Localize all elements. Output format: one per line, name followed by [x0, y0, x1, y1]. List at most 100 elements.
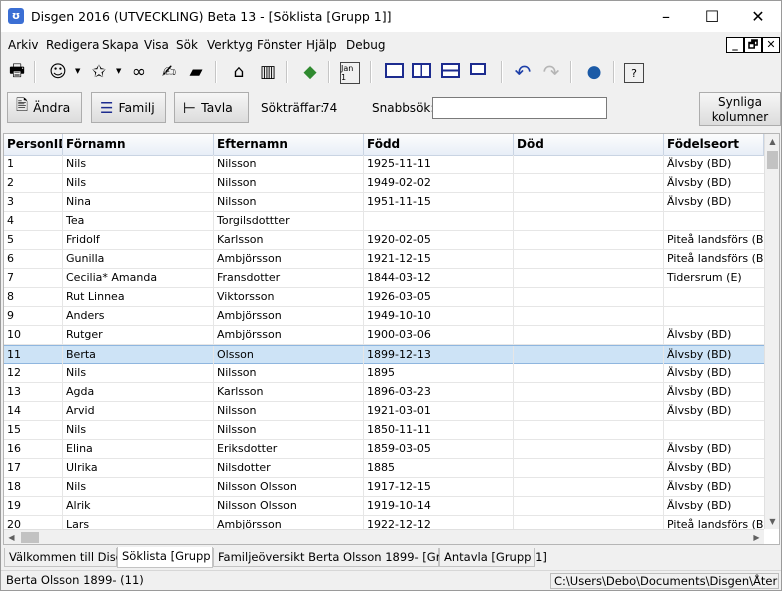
table-row[interactable]: 8 Rut Linnea Viktorsson 1926-03-05: [4, 288, 764, 307]
table-row[interactable]: 18 Nils Nilsson Olsson 1917-12-15 Älvsby (BD…: [4, 478, 764, 497]
table-row[interactable]: 12 Nils Nilsson 1895 Älvsby (BD): [4, 364, 764, 383]
printer-icon[interactable]: 🖶: [5, 60, 29, 84]
menu-hjalp[interactable]: Hjälp: [306, 38, 337, 52]
main-window: ʊ Disgen 2016 (UTVECKLING) Beta 13 - [Sö…: [0, 0, 782, 591]
cell-personid: 4: [4, 212, 63, 230]
home-icon[interactable]: ⌂: [227, 60, 251, 84]
menu-bar: Arkiv Redigera Skapa Visa Sök Verktyg Fö…: [1, 34, 781, 56]
cell-fodelseort: Älvsby (BD): [667, 499, 732, 512]
cell-personid: 9: [4, 307, 63, 325]
undo-icon[interactable]: ↶: [511, 60, 535, 84]
cell-efternamn: Nilsdotter: [214, 459, 364, 477]
single-pane-icon[interactable]: [385, 63, 404, 78]
cell-fodd: 1920-02-05: [364, 231, 514, 249]
binoculars-icon[interactable]: ∞: [127, 60, 151, 84]
minimize-button[interactable]: –: [643, 1, 689, 32]
menu-fonster[interactable]: Fönster: [257, 38, 302, 52]
cell-fornamn: Nils: [63, 364, 214, 382]
andra-button[interactable]: 🖹 Ändra: [7, 92, 82, 123]
scroll-up-icon[interactable]: ▲: [765, 134, 779, 149]
table-row[interactable]: 4 Tea Torgilsdottter: [4, 212, 764, 231]
redo-icon[interactable]: ↷: [539, 60, 563, 84]
mdi-minimize-button[interactable]: _: [726, 37, 744, 53]
scroll-left-icon[interactable]: ◀: [4, 530, 19, 544]
column-header-fodelseort[interactable]: Födelseort: [664, 134, 764, 155]
status-path: C:\Users\Debo\Documents\Disgen\Återläsni…: [550, 573, 779, 589]
two-pane-icon[interactable]: [412, 63, 431, 78]
column-header-efternamn[interactable]: Efternamn: [214, 134, 364, 155]
scroll-right-icon[interactable]: ▶: [749, 530, 764, 544]
mdi-close-button[interactable]: ✕: [762, 37, 780, 53]
table-row[interactable]: 6 Gunilla Ambjörsson 1921-12-15 Piteå landsf…: [4, 250, 764, 269]
tab-familjeoversikt[interactable]: Familjeöversikt Berta Olsson 1899- [Grup…: [213, 548, 478, 567]
table-row[interactable]: 11 Berta Olsson 1899-12-13 Älvsby (BD): [4, 345, 764, 364]
familj-button[interactable]: ☰ Familj: [91, 92, 166, 123]
menu-sok[interactable]: Sök: [176, 38, 198, 52]
cell-fodd: 1859-03-05: [364, 440, 514, 458]
toolbar-separator: [501, 61, 503, 83]
quicksearch-input[interactable]: [432, 97, 607, 119]
tab-soklista[interactable]: Söklista [Grupp 1]: [117, 547, 226, 568]
cell-personid: 5: [4, 231, 63, 249]
vertical-scrollbar[interactable]: ▲ ▼: [764, 134, 779, 529]
table-row[interactable]: 13 Agda Karlsson 1896-03-23 Älvsby (BD): [4, 383, 764, 402]
book-icon[interactable]: ▰: [184, 60, 208, 84]
menu-redigera[interactable]: Redigera: [46, 38, 99, 52]
cell-fodd: 1925-11-11: [364, 155, 514, 173]
tab-valkommen[interactable]: Välkommen till Disgen: [4, 548, 137, 567]
person-icon[interactable]: ☺: [46, 60, 70, 84]
app-icon[interactable]: ʊ: [8, 8, 24, 24]
person-star-icon[interactable]: ✩: [87, 60, 111, 84]
cell-fodelseort: Tidersrum (E): [667, 271, 742, 284]
cascade-pane-icon[interactable]: [470, 63, 486, 75]
menu-verktyg[interactable]: Verktyg: [207, 38, 253, 52]
cell-efternamn: Nilsson: [214, 193, 364, 211]
cell-dod: [514, 307, 664, 325]
table-row[interactable]: 5 Fridolf Karlsson 1920-02-05 Piteå landsför…: [4, 231, 764, 250]
vertical-scroll-thumb[interactable]: [767, 151, 778, 169]
menu-skapa[interactable]: Skapa: [102, 38, 139, 52]
tab-antavla[interactable]: Antavla [Grupp 1]: [439, 548, 547, 567]
chevron-down-icon[interactable]: ▼: [116, 67, 121, 75]
horizontal-scrollbar[interactable]: ◀ ▶: [4, 529, 764, 544]
map-icon[interactable]: ◆: [298, 60, 322, 84]
horizontal-scroll-thumb[interactable]: [21, 532, 39, 543]
cell-dod: [514, 346, 664, 364]
table-row[interactable]: 1 Nils Nilsson 1925-11-11 Älvsby (BD): [4, 155, 764, 174]
column-header-fornamn[interactable]: Förnamn: [63, 134, 214, 155]
calendar-icon[interactable]: Jan 1: [340, 62, 360, 84]
column-header-fodd[interactable]: Född: [364, 134, 514, 155]
table-row[interactable]: 14 Arvid Nilsson 1921-03-01 Älvsby (BD): [4, 402, 764, 421]
maximize-button[interactable]: ☐: [689, 1, 735, 32]
chevron-down-icon[interactable]: ▼: [75, 67, 80, 75]
tavla-button[interactable]: ⊢ Tavla: [174, 92, 249, 123]
books-icon[interactable]: ▥: [256, 60, 280, 84]
close-button[interactable]: ✕: [735, 1, 781, 32]
scroll-down-icon[interactable]: ▼: [765, 514, 779, 529]
table-row[interactable]: 10 Rutger Ambjörsson 1900-03-06 Älvsby (BD): [4, 326, 764, 345]
table-row[interactable]: 15 Nils Nilsson 1850-11-11: [4, 421, 764, 440]
search-results-table: PersonID Förnamn Efternamn Född Död Föde…: [3, 133, 780, 545]
hand-pen-icon[interactable]: ✍: [157, 60, 181, 84]
menu-debug[interactable]: Debug: [346, 38, 385, 52]
help-icon[interactable]: ?: [624, 63, 644, 83]
table-row[interactable]: 16 Elina Eriksdotter 1859-03-05 Älvsby (BD): [4, 440, 764, 459]
table-row[interactable]: 2 Nils Nilsson 1949-02-02 Älvsby (BD): [4, 174, 764, 193]
stacked-pane-icon[interactable]: [441, 63, 460, 78]
cell-personid: 16: [4, 440, 63, 458]
mdi-restore-button[interactable]: 🗗: [744, 37, 762, 53]
column-header-personid[interactable]: PersonID: [4, 134, 63, 155]
menu-arkiv[interactable]: Arkiv: [8, 38, 39, 52]
table-row[interactable]: 7 Cecilia* Amanda Fransdotter 1844-03-12 Tid…: [4, 269, 764, 288]
table-row[interactable]: 19 Alrik Nilsson Olsson 1919-10-14 Älvsby (B…: [4, 497, 764, 516]
toolbar-separator: [34, 61, 36, 83]
menu-visa[interactable]: Visa: [144, 38, 169, 52]
table-row[interactable]: 3 Nina Nilsson 1951-11-15 Älvsby (BD): [4, 193, 764, 212]
globe-icon[interactable]: ●: [582, 60, 606, 84]
table-row[interactable]: 9 Anders Ambjörsson 1949-10-10: [4, 307, 764, 326]
cell-fornamn: Nils: [63, 478, 214, 496]
column-header-dod[interactable]: Död: [514, 134, 664, 155]
cell-fodelseort: [664, 307, 764, 325]
visible-columns-button[interactable]: Synliga kolumner: [699, 92, 781, 126]
table-row[interactable]: 17 Ulrika Nilsdotter 1885 Älvsby (BD): [4, 459, 764, 478]
